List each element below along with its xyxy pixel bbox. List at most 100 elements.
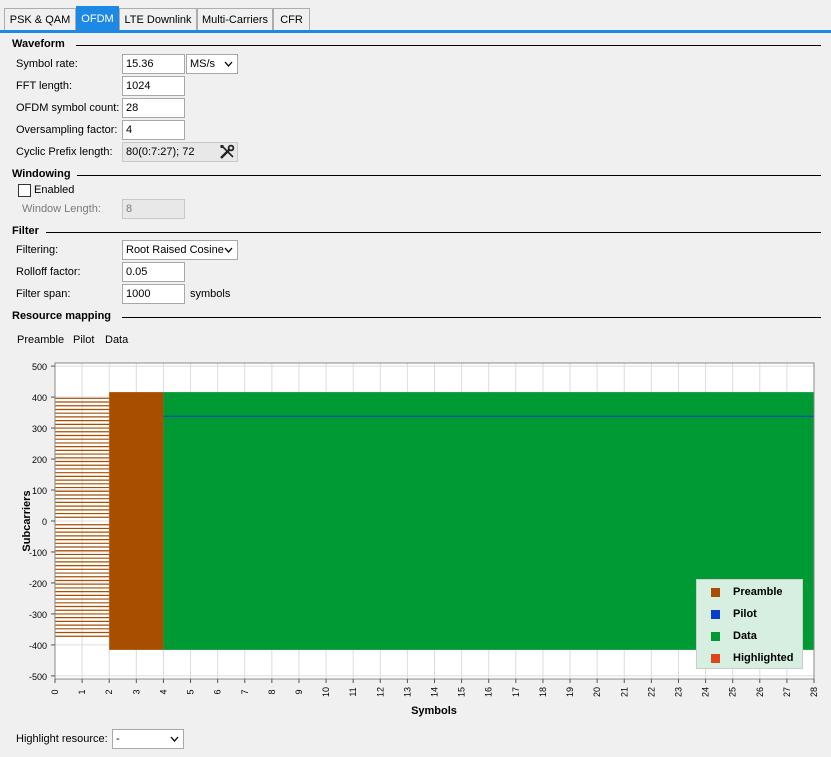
symbol-count-input[interactable]: 28 bbox=[122, 98, 185, 118]
x-tick-label: 0 bbox=[50, 689, 60, 694]
tab-bar: PSK & QAM OFDM LTE Downlink Multi-Carrie… bbox=[0, 0, 831, 31]
legend-swatch bbox=[711, 610, 720, 619]
y-tick-label: -400 bbox=[29, 641, 47, 651]
resource-mapping-section-title: Resource mapping bbox=[12, 310, 112, 322]
windowing-section-title: Windowing bbox=[12, 168, 71, 180]
tab-label: CFR bbox=[280, 14, 303, 26]
tab-panel-border bbox=[0, 30, 831, 33]
fft-length-label: FFT length: bbox=[16, 80, 73, 92]
oversampling-label: Oversampling factor: bbox=[16, 124, 118, 136]
highlight-resource-value: - bbox=[116, 733, 120, 745]
filtering-select[interactable]: Root Raised Cosine bbox=[122, 240, 238, 260]
tab-label: Multi-Carriers bbox=[202, 14, 268, 26]
cyclic-prefix-value: 80(0:7:27); 72 bbox=[126, 146, 195, 158]
section-divider bbox=[77, 175, 821, 176]
preamble-region bbox=[109, 392, 164, 650]
y-tick-label: 300 bbox=[32, 424, 47, 434]
tab-ofdm[interactable]: OFDM bbox=[76, 6, 119, 31]
legend-label: Pilot bbox=[733, 608, 757, 620]
x-tick-label: 2 bbox=[104, 689, 114, 694]
y-tick-label: 0 bbox=[42, 517, 47, 527]
legend-swatch bbox=[711, 588, 720, 597]
highlight-resource-label: Highlight resource: bbox=[16, 733, 108, 745]
x-tick-label: 13 bbox=[402, 687, 412, 697]
symbol-rate-input[interactable]: 15.36 bbox=[122, 54, 185, 74]
y-tick-label: -200 bbox=[29, 579, 47, 589]
x-tick-label: 27 bbox=[782, 687, 792, 697]
tab-label: OFDM bbox=[81, 13, 114, 25]
rolloff-input[interactable]: 0.05 bbox=[122, 262, 185, 282]
tab-multi-carriers[interactable]: Multi-Carriers bbox=[197, 8, 273, 30]
x-tick-label: 24 bbox=[701, 687, 711, 697]
toolbar-data-button[interactable]: Data bbox=[105, 334, 128, 346]
x-tick-label: 1 bbox=[77, 689, 87, 694]
x-tick-label: 26 bbox=[755, 687, 765, 697]
x-tick-label: 19 bbox=[565, 687, 575, 697]
x-tick-label: 7 bbox=[240, 689, 250, 694]
chart-legend: Preamble Pilot Data Highlighted bbox=[696, 579, 803, 669]
cyclic-prefix-label: Cyclic Prefix length: bbox=[16, 146, 113, 158]
legend-swatch bbox=[711, 632, 720, 641]
toolbar-preamble-button[interactable]: Preamble bbox=[17, 334, 64, 346]
window-length-input[interactable]: 8 bbox=[122, 199, 185, 219]
tab-label: LTE Downlink bbox=[124, 14, 192, 26]
windowing-enabled-label: Enabled bbox=[34, 184, 75, 196]
x-tick-label: 14 bbox=[430, 687, 440, 697]
legend-swatch bbox=[711, 654, 720, 663]
section-divider bbox=[46, 232, 821, 233]
x-tick-label: 6 bbox=[213, 689, 223, 694]
section-divider bbox=[122, 317, 821, 318]
legend-label: Preamble bbox=[733, 586, 783, 598]
x-tick-label: 25 bbox=[728, 687, 738, 697]
x-tick-label: 20 bbox=[592, 687, 602, 697]
x-tick-label: 9 bbox=[294, 689, 304, 694]
x-tick-label: 22 bbox=[646, 687, 656, 697]
window-length-label: Window Length: bbox=[22, 203, 101, 215]
x-tick-label: 3 bbox=[131, 689, 141, 694]
y-tick-label: 500 bbox=[32, 362, 47, 372]
highlight-resource-select[interactable]: - bbox=[112, 729, 184, 749]
oversampling-input[interactable]: 4 bbox=[122, 120, 185, 140]
x-tick-label: 18 bbox=[538, 687, 548, 697]
y-tick-label: 200 bbox=[32, 455, 47, 465]
toolbar-pilot-button[interactable]: Pilot bbox=[73, 334, 94, 346]
windowing-enabled-checkbox[interactable] bbox=[18, 184, 31, 197]
filter-span-unit: symbols bbox=[190, 288, 231, 300]
symbol-rate-unit-value: MS/s bbox=[190, 58, 216, 70]
y-tick-label: -500 bbox=[29, 672, 47, 682]
symbol-count-label: OFDM symbol count: bbox=[16, 102, 120, 114]
tab-label: PSK & QAM bbox=[9, 14, 71, 26]
fft-length-input[interactable]: 1024 bbox=[122, 76, 185, 96]
symbol-rate-label: Symbol rate: bbox=[16, 58, 78, 70]
x-axis-label: Symbols bbox=[411, 705, 457, 717]
x-tick-label: 8 bbox=[267, 689, 277, 694]
x-tick-label: 12 bbox=[375, 687, 385, 697]
chevron-down-icon bbox=[224, 247, 233, 253]
y-axis-label: Subcarriers bbox=[21, 490, 33, 551]
x-tick-label: 17 bbox=[511, 687, 521, 697]
x-tick-label: 15 bbox=[457, 687, 467, 697]
x-tick-label: 16 bbox=[484, 687, 494, 697]
y-tick-label: 400 bbox=[32, 393, 47, 403]
tab-cfr[interactable]: CFR bbox=[273, 8, 310, 30]
x-tick-label: 5 bbox=[186, 689, 196, 694]
y-tick-label: -300 bbox=[29, 610, 47, 620]
filter-span-input[interactable]: 1000 bbox=[122, 284, 185, 304]
x-tick-label: 21 bbox=[619, 687, 629, 697]
y-tick-label: 100 bbox=[32, 486, 47, 496]
filtering-label: Filtering: bbox=[16, 244, 59, 256]
legend-label: Data bbox=[733, 630, 757, 642]
x-tick-label: 4 bbox=[158, 689, 168, 694]
tools-icon[interactable] bbox=[219, 144, 235, 160]
chevron-down-icon bbox=[170, 736, 179, 742]
tab-psk-qam[interactable]: PSK & QAM bbox=[4, 8, 76, 30]
filtering-value: Root Raised Cosine bbox=[126, 244, 224, 256]
tab-lte-downlink[interactable]: LTE Downlink bbox=[119, 8, 197, 30]
filter-section-title: Filter bbox=[12, 225, 39, 237]
chevron-down-icon bbox=[224, 61, 233, 67]
x-tick-label: 11 bbox=[348, 687, 358, 696]
symbol-rate-unit-select[interactable]: MS/s bbox=[186, 54, 238, 74]
rolloff-label: Rolloff factor: bbox=[16, 266, 81, 278]
x-tick-label: 28 bbox=[809, 687, 819, 697]
x-tick-label: 10 bbox=[321, 687, 331, 697]
